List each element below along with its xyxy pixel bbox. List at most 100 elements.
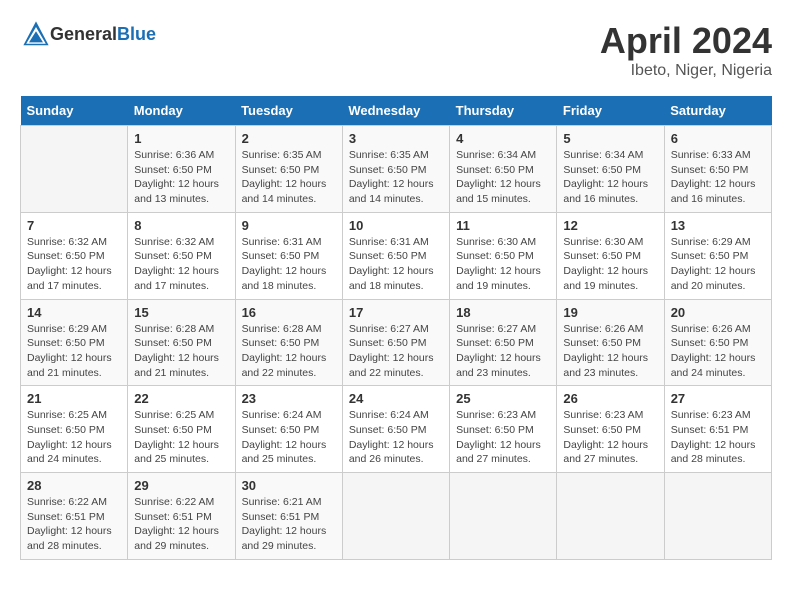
header-row: Sunday Monday Tuesday Wednesday Thursday… (21, 96, 772, 126)
calendar-cell: 20Sunrise: 6:26 AMSunset: 6:50 PMDayligh… (664, 299, 771, 386)
calendar-cell: 4Sunrise: 6:34 AMSunset: 6:50 PMDaylight… (450, 126, 557, 213)
day-number: 3 (349, 131, 443, 146)
col-sunday: Sunday (21, 96, 128, 126)
logo: GeneralBlue (20, 20, 156, 48)
col-wednesday: Wednesday (342, 96, 449, 126)
day-detail: Sunrise: 6:34 AMSunset: 6:50 PMDaylight:… (563, 149, 648, 205)
calendar-cell: 23 Sunrise: 6:24 AMSunset: 6:50 PMDayligh… (235, 386, 342, 473)
calendar-week-3: 14Sunrise: 6:29 AMSunset: 6:50 PMDayligh… (21, 299, 772, 386)
calendar-cell (664, 473, 771, 560)
calendar-cell: 14Sunrise: 6:29 AMSunset: 6:50 PMDayligh… (21, 299, 128, 386)
calendar-cell: 7 Sunrise: 6:32 AMSunset: 6:50 PMDaylight… (21, 212, 128, 299)
day-detail: Sunrise: 6:24 AMSunset: 6:50 PMDaylight:… (349, 409, 434, 465)
day-number: 19 (563, 305, 657, 320)
day-detail: Sunrise: 6:36 AMSunset: 6:50 PMDaylight:… (134, 149, 219, 205)
calendar-cell: 8 Sunrise: 6:32 AMSunset: 6:50 PMDaylight… (128, 212, 235, 299)
calendar-week-5: 28 Sunrise: 6:22 AMSunset: 6:51 PMDayligh… (21, 473, 772, 560)
day-detail: Sunrise: 6:26 AMSunset: 6:50 PMDaylight:… (671, 323, 756, 379)
day-detail: Sunrise: 6:28 AMSunset: 6:50 PMDaylight:… (134, 323, 219, 379)
month-title: April 2024 (600, 20, 772, 62)
day-number: 25 (456, 391, 550, 406)
col-monday: Monday (128, 96, 235, 126)
day-detail: Sunrise: 6:27 AMSunset: 6:50 PMDaylight:… (349, 323, 434, 379)
calendar-cell: 16 Sunrise: 6:28 AMSunset: 6:50 PMDayligh… (235, 299, 342, 386)
calendar-cell: 2 Sunrise: 6:35 AMSunset: 6:50 PMDaylight… (235, 126, 342, 213)
day-number: 2 (242, 131, 336, 146)
day-detail: Sunrise: 6:23 AMSunset: 6:50 PMDaylight:… (563, 409, 648, 465)
day-detail: Sunrise: 6:31 AMSunset: 6:50 PMDaylight:… (242, 236, 327, 292)
calendar-cell: 29Sunrise: 6:22 AMSunset: 6:51 PMDayligh… (128, 473, 235, 560)
calendar-cell: 17Sunrise: 6:27 AMSunset: 6:50 PMDayligh… (342, 299, 449, 386)
day-detail: Sunrise: 6:29 AMSunset: 6:50 PMDaylight:… (671, 236, 756, 292)
page-header: GeneralBlue April 2024 Ibeto, Niger, Nig… (20, 20, 772, 80)
logo-blue: Blue (117, 24, 156, 44)
day-number: 21 (27, 391, 121, 406)
logo-general: General (50, 24, 117, 44)
day-number: 26 (563, 391, 657, 406)
calendar-week-1: 1 Sunrise: 6:36 AMSunset: 6:50 PMDaylight… (21, 126, 772, 213)
day-detail: Sunrise: 6:28 AMSunset: 6:50 PMDaylight:… (242, 323, 327, 379)
day-detail: Sunrise: 6:25 AMSunset: 6:50 PMDaylight:… (134, 409, 219, 465)
day-detail: Sunrise: 6:30 AMSunset: 6:50 PMDaylight:… (456, 236, 541, 292)
logo-text: GeneralBlue (50, 24, 156, 45)
calendar-cell (450, 473, 557, 560)
calendar-cell: 6 Sunrise: 6:33 AMSunset: 6:50 PMDaylight… (664, 126, 771, 213)
day-detail: Sunrise: 6:22 AMSunset: 6:51 PMDaylight:… (134, 496, 219, 552)
day-number: 13 (671, 218, 765, 233)
calendar-cell: 21 Sunrise: 6:25 AMSunset: 6:50 PMDayligh… (21, 386, 128, 473)
col-tuesday: Tuesday (235, 96, 342, 126)
calendar-table: Sunday Monday Tuesday Wednesday Thursday… (20, 96, 772, 560)
day-detail: Sunrise: 6:35 AMSunset: 6:50 PMDaylight:… (349, 149, 434, 205)
calendar-cell: 15 Sunrise: 6:28 AMSunset: 6:50 PMDayligh… (128, 299, 235, 386)
col-friday: Friday (557, 96, 664, 126)
calendar-week-2: 7 Sunrise: 6:32 AMSunset: 6:50 PMDaylight… (21, 212, 772, 299)
day-detail: Sunrise: 6:35 AMSunset: 6:50 PMDaylight:… (242, 149, 327, 205)
day-number: 6 (671, 131, 765, 146)
calendar-header: Sunday Monday Tuesday Wednesday Thursday… (21, 96, 772, 126)
day-number: 1 (134, 131, 228, 146)
day-detail: Sunrise: 6:32 AMSunset: 6:50 PMDaylight:… (27, 236, 112, 292)
day-detail: Sunrise: 6:25 AMSunset: 6:50 PMDaylight:… (27, 409, 112, 465)
day-number: 16 (242, 305, 336, 320)
calendar-cell: 26 Sunrise: 6:23 AMSunset: 6:50 PMDayligh… (557, 386, 664, 473)
day-detail: Sunrise: 6:31 AMSunset: 6:50 PMDaylight:… (349, 236, 434, 292)
day-detail: Sunrise: 6:24 AMSunset: 6:50 PMDaylight:… (242, 409, 327, 465)
day-number: 4 (456, 131, 550, 146)
day-number: 23 (242, 391, 336, 406)
day-number: 14 (27, 305, 121, 320)
calendar-cell: 5 Sunrise: 6:34 AMSunset: 6:50 PMDaylight… (557, 126, 664, 213)
calendar-cell: 1 Sunrise: 6:36 AMSunset: 6:50 PMDaylight… (128, 126, 235, 213)
day-detail: Sunrise: 6:32 AMSunset: 6:50 PMDaylight:… (134, 236, 219, 292)
day-number: 18 (456, 305, 550, 320)
col-saturday: Saturday (664, 96, 771, 126)
day-number: 8 (134, 218, 228, 233)
calendar-cell (557, 473, 664, 560)
calendar-cell: 3 Sunrise: 6:35 AMSunset: 6:50 PMDaylight… (342, 126, 449, 213)
day-number: 22 (134, 391, 228, 406)
calendar-cell: 22 Sunrise: 6:25 AMSunset: 6:50 PMDayligh… (128, 386, 235, 473)
calendar-cell: 30Sunrise: 6:21 AMSunset: 6:51 PMDayligh… (235, 473, 342, 560)
calendar-cell (342, 473, 449, 560)
calendar-cell: 11 Sunrise: 6:30 AMSunset: 6:50 PMDayligh… (450, 212, 557, 299)
day-detail: Sunrise: 6:33 AMSunset: 6:50 PMDaylight:… (671, 149, 756, 205)
day-number: 7 (27, 218, 121, 233)
calendar-cell: 28Sunrise: 6:22 AMSunset: 6:51 PMDayligh… (21, 473, 128, 560)
day-number: 11 (456, 218, 550, 233)
day-detail: Sunrise: 6:21 AMSunset: 6:51 PMDaylight:… (242, 496, 327, 552)
calendar-cell: 25Sunrise: 6:23 AMSunset: 6:50 PMDayligh… (450, 386, 557, 473)
calendar-cell: 10Sunrise: 6:31 AMSunset: 6:50 PMDayligh… (342, 212, 449, 299)
calendar-cell: 12Sunrise: 6:30 AMSunset: 6:50 PMDayligh… (557, 212, 664, 299)
calendar-cell: 13 Sunrise: 6:29 AMSunset: 6:50 PMDayligh… (664, 212, 771, 299)
day-number: 12 (563, 218, 657, 233)
calendar-cell: 27Sunrise: 6:23 AMSunset: 6:51 PMDayligh… (664, 386, 771, 473)
day-detail: Sunrise: 6:23 AMSunset: 6:51 PMDaylight:… (671, 409, 756, 465)
day-number: 28 (27, 478, 121, 493)
day-number: 15 (134, 305, 228, 320)
day-number: 5 (563, 131, 657, 146)
calendar-cell: 24Sunrise: 6:24 AMSunset: 6:50 PMDayligh… (342, 386, 449, 473)
col-thursday: Thursday (450, 96, 557, 126)
calendar-cell: 18Sunrise: 6:27 AMSunset: 6:50 PMDayligh… (450, 299, 557, 386)
day-detail: Sunrise: 6:26 AMSunset: 6:50 PMDaylight:… (563, 323, 648, 379)
calendar-cell (21, 126, 128, 213)
logo-icon (22, 20, 50, 48)
